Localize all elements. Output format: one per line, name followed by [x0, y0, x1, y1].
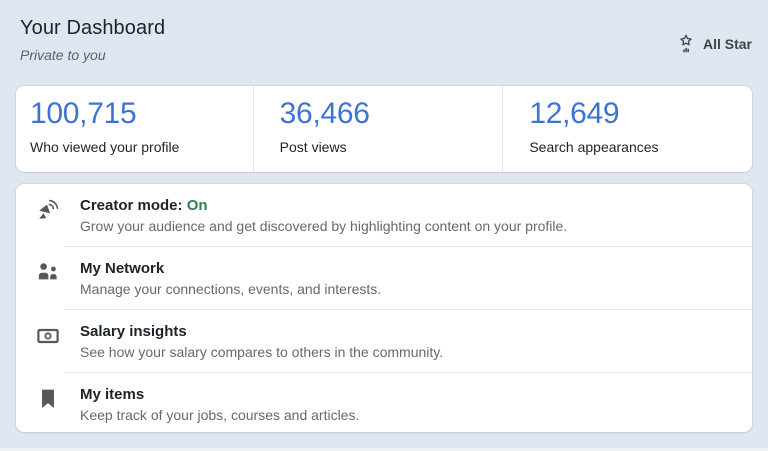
all-star-badge[interactable]: All Star — [676, 33, 752, 55]
row-title: My items — [80, 386, 145, 403]
row-description: See how your salary compares to others i… — [80, 344, 444, 360]
stat-search-appearances[interactable]: 12,649 Search appearances — [502, 86, 752, 172]
stat-label: Who viewed your profile — [30, 139, 180, 155]
dashboard-list-card: Creator mode: On Grow your audience and … — [16, 184, 752, 432]
row-description: Keep track of your jobs, courses and art… — [80, 407, 360, 423]
bookmark-icon — [16, 386, 80, 411]
row-text: My items Keep track of your jobs, course… — [80, 386, 359, 423]
stat-value: 36,466 — [279, 97, 370, 130]
list-item-creator-mode[interactable]: Creator mode: On Grow your audience and … — [16, 184, 752, 246]
page-subtitle: Private to you — [20, 47, 106, 63]
row-text: My Network Manage your connections, even… — [80, 260, 381, 297]
stat-post-views[interactable]: 36,466 Post views — [252, 86, 503, 172]
all-star-icon — [676, 33, 696, 55]
page-title: Your Dashboard — [20, 17, 166, 39]
row-title: Creator mode: On — [80, 197, 567, 214]
row-title: Salary insights — [80, 323, 187, 340]
people-icon — [16, 260, 80, 285]
row-text: Creator mode: On Grow your audience and … — [80, 197, 567, 234]
stat-value: 100,715 — [30, 97, 137, 130]
stat-label: Post views — [279, 139, 347, 155]
row-description: Manage your connections, events, and int… — [80, 281, 382, 297]
row-title-text: Creator mode: — [80, 197, 183, 214]
broadcast-icon — [16, 197, 80, 222]
stat-profile-views[interactable]: 100,715 Who viewed your profile — [16, 86, 253, 172]
banknote-icon — [16, 323, 80, 348]
row-title: My Network — [80, 260, 165, 277]
dashboard-header: Your Dashboard Private to you — [20, 17, 165, 63]
stats-card: 100,715 Who viewed your profile 36,466 P… — [16, 86, 752, 172]
all-star-label: All Star — [702, 36, 752, 52]
list-item-salary-insights[interactable]: Salary insights See how your salary comp… — [16, 310, 752, 372]
row-description: Grow your audience and get discovered by… — [80, 218, 568, 234]
list-item-my-items[interactable]: My items Keep track of your jobs, course… — [16, 373, 752, 432]
list-item-my-network[interactable]: My Network Manage your connections, even… — [16, 247, 752, 309]
row-text: Salary insights See how your salary comp… — [80, 323, 443, 360]
stat-label: Search appearances — [529, 139, 659, 155]
creator-mode-status: On — [186, 197, 208, 214]
stat-value: 12,649 — [529, 97, 620, 130]
